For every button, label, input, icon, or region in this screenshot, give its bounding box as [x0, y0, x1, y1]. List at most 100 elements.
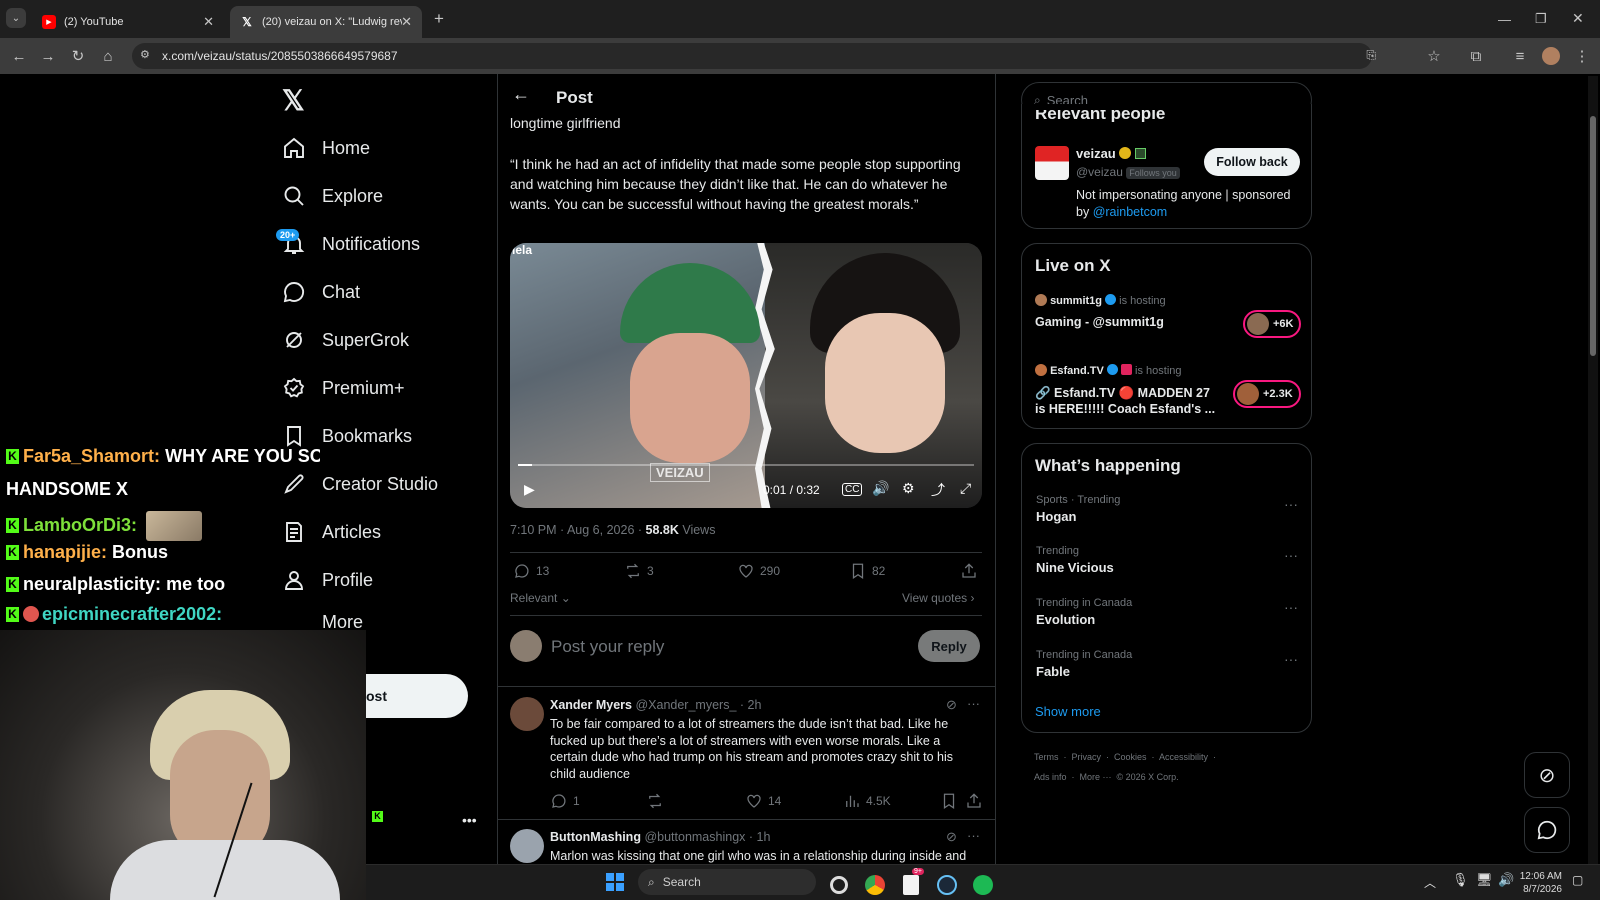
- footer-links[interactable]: Terms · Privacy · Cookies · Accessibilit…: [1034, 752, 1216, 762]
- live-item[interactable]: Esfand.TV is hosting 🔗 Esfand.TV 🔴 MADDE…: [1035, 364, 1301, 420]
- close-icon[interactable]: ✕: [401, 14, 412, 30]
- taskbar-search[interactable]: ⌕ Search: [638, 869, 816, 895]
- spotify-icon[interactable]: [970, 872, 996, 898]
- new-tab-button[interactable]: +: [434, 9, 444, 29]
- back-icon[interactable]: ←: [9, 46, 29, 66]
- window-close-icon[interactable]: ✕: [1572, 10, 1584, 27]
- nav-home[interactable]: Home: [282, 130, 370, 166]
- menu-icon[interactable]: ⋮: [1572, 46, 1592, 66]
- fullscreen-icon[interactable]: ⤢: [960, 480, 971, 497]
- grok-icon[interactable]: ⊘: [946, 697, 957, 713]
- reply-views-button[interactable]: 4.5K: [843, 792, 891, 810]
- app-icon-clipchamp[interactable]: [826, 872, 852, 898]
- account-menu-icon[interactable]: •••: [462, 812, 477, 828]
- avatar[interactable]: [510, 829, 544, 863]
- volume-icon[interactable]: 🔊: [1498, 872, 1514, 888]
- tab-x-post[interactable]: 𝕏 (20) veizau on X: "Ludwig revea ✕: [230, 6, 422, 38]
- play-icon[interactable]: ▶: [524, 481, 535, 498]
- sort-dropdown[interactable]: Relevant ⌄: [510, 591, 571, 605]
- more-icon[interactable]: ···: [1284, 599, 1298, 615]
- tab-youtube[interactable]: ▶ (2) YouTube ✕: [32, 6, 224, 38]
- avatar[interactable]: [1542, 47, 1560, 65]
- nav-chat[interactable]: Chat: [282, 274, 360, 310]
- like-button[interactable]: 290: [737, 562, 780, 580]
- reply-author[interactable]: ButtonMashing: [550, 830, 641, 844]
- restore-icon[interactable]: ❐: [1535, 11, 1547, 27]
- scrollbar[interactable]: [1588, 76, 1598, 864]
- settings-icon[interactable]: ⚙: [902, 480, 915, 497]
- footer-copyright[interactable]: Ads info · More ··· © 2026 X Corp.: [1034, 772, 1179, 782]
- scrollbar-thumb[interactable]: [1590, 116, 1596, 356]
- grok-icon[interactable]: ⊘: [946, 829, 957, 845]
- nav-supergrok[interactable]: SuperGrok: [282, 322, 409, 358]
- star-icon[interactable]: ☆: [1424, 46, 1444, 66]
- more-icon[interactable]: ···: [967, 696, 980, 711]
- bio-link[interactable]: @rainbetcom: [1093, 205, 1168, 219]
- tray-chevron-icon[interactable]: ︿: [1424, 874, 1436, 891]
- x-logo[interactable]: 𝕏: [282, 84, 305, 117]
- nav-premium[interactable]: Premium+: [282, 370, 405, 406]
- install-icon[interactable]: ⎘: [1366, 48, 1376, 63]
- windows-start-icon[interactable]: [606, 873, 624, 891]
- network-icon[interactable]: 🖥: [1476, 872, 1493, 888]
- avatar[interactable]: [1035, 146, 1069, 180]
- back-arrow-icon[interactable]: ←: [512, 84, 530, 105]
- more-icon[interactable]: ···: [1284, 496, 1298, 512]
- verified-icon: [1106, 364, 1118, 375]
- nav-explore[interactable]: Explore: [282, 178, 383, 214]
- more-icon[interactable]: ···: [1284, 547, 1298, 563]
- post-timestamp[interactable]: 7:10 PM · Aug 6, 2026 ·: [510, 523, 646, 537]
- volume-icon[interactable]: 🔊: [872, 480, 889, 497]
- repost-button[interactable]: 3: [624, 562, 654, 580]
- reply-reply-button[interactable]: 1: [550, 792, 580, 810]
- share-button[interactable]: [960, 562, 983, 580]
- notepad-icon[interactable]: [898, 872, 924, 898]
- reply-repost-button[interactable]: [646, 792, 669, 810]
- microphone-icon[interactable]: 🎙: [1452, 872, 1469, 888]
- reply-input[interactable]: Post your reply: [551, 637, 664, 657]
- messages-float-button[interactable]: [1524, 807, 1570, 853]
- more-icon[interactable]: ···: [967, 828, 980, 843]
- minimize-icon[interactable]: —: [1498, 12, 1511, 27]
- address-bar[interactable]: ⚙ x.com/veizau/status/208550386664957968…: [132, 43, 1376, 69]
- clock[interactable]: 12:06 AM 8/7/2026: [1518, 870, 1562, 896]
- reply-submit-button[interactable]: Reply: [918, 630, 980, 662]
- person-name[interactable]: veizau: [1076, 146, 1116, 161]
- avatar[interactable]: [510, 697, 544, 731]
- steam-icon[interactable]: [934, 872, 960, 898]
- pip-icon[interactable]: ⤴: [931, 480, 945, 500]
- reload-icon[interactable]: ↻: [68, 46, 88, 66]
- extensions-icon[interactable]: ⧉: [1466, 46, 1486, 66]
- bookmark-button[interactable]: 82: [849, 562, 885, 580]
- notification-center-icon[interactable]: ▢: [1572, 873, 1583, 887]
- live-item[interactable]: summit1g is hosting Gaming - @summit1g +…: [1035, 294, 1301, 346]
- show-more-link[interactable]: Show more: [1035, 704, 1101, 719]
- reply-author[interactable]: Xander Myers: [550, 698, 632, 712]
- reply-like-button[interactable]: 14: [745, 792, 781, 810]
- reply-button[interactable]: 13: [513, 562, 549, 580]
- live-count-badge: +2.3K: [1233, 380, 1301, 408]
- reply-handle[interactable]: @Xander_myers_ · 2h: [635, 698, 761, 712]
- video-scrubber[interactable]: [518, 464, 974, 466]
- trend-item[interactable]: Trending in Canada Evolution ···: [1036, 597, 1306, 627]
- reply-handle[interactable]: @buttonmashingx · 1h: [644, 830, 770, 844]
- trend-item[interactable]: Trending in Canada Fable ···: [1036, 649, 1306, 679]
- video-player[interactable]: ıela VEIZAU ▶ 0:01 / 0:32 CC 🔊 ⚙ ⤴ ⤢: [510, 243, 982, 508]
- reply-share-button[interactable]: [965, 792, 988, 810]
- more-icon[interactable]: ···: [1284, 651, 1298, 667]
- close-icon[interactable]: ✕: [203, 14, 214, 30]
- nav-notifications[interactable]: Notifications: [282, 226, 420, 262]
- site-info-icon[interactable]: ⚙: [140, 48, 150, 61]
- home-button-icon[interactable]: ⌂: [98, 46, 118, 66]
- trend-item[interactable]: Trending Nine Vicious ···: [1036, 545, 1306, 575]
- follow-back-button[interactable]: Follow back: [1204, 148, 1300, 176]
- media-icon[interactable]: ≡: [1510, 46, 1530, 66]
- trend-item[interactable]: Sports · Trending Hogan ···: [1036, 494, 1306, 524]
- reply-bookmark-button[interactable]: [940, 792, 963, 810]
- chrome-icon[interactable]: [862, 872, 888, 898]
- view-quotes-link[interactable]: View quotes ›: [902, 591, 975, 605]
- forward-icon[interactable]: →: [38, 46, 58, 66]
- captions-icon[interactable]: CC: [842, 483, 863, 496]
- tab-search-button[interactable]: ⌄: [6, 8, 26, 28]
- grok-float-button[interactable]: ⊘: [1524, 752, 1570, 798]
